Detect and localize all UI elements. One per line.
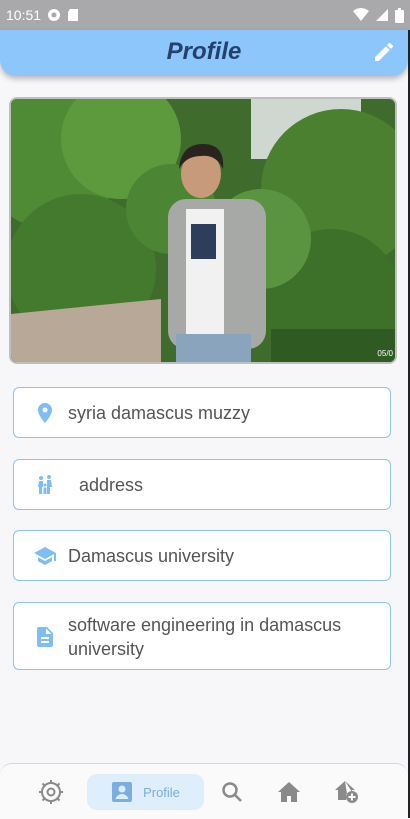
cell-signal-icon	[376, 9, 388, 21]
nav-add-home[interactable]	[332, 774, 362, 810]
document-icon	[37, 627, 53, 647]
description-card[interactable]: software engineering in damascus univers…	[13, 602, 391, 670]
education-text: Damascus university	[68, 546, 235, 566]
photo-date-stamp: 05/0	[377, 349, 393, 358]
nav-settings[interactable]	[35, 774, 67, 810]
nav-profile-label: Profile	[143, 784, 180, 800]
sd-card-icon	[68, 9, 79, 21]
nav-search[interactable]	[218, 774, 246, 810]
bottom-nav: Profile	[0, 763, 408, 819]
page-title: Profile	[166, 38, 242, 65]
search-icon	[222, 782, 242, 802]
description-text: software engineering in damascus univers…	[68, 615, 342, 659]
location-card[interactable]: syria damascus muzzy	[13, 387, 391, 438]
settings-gear-icon	[39, 780, 63, 804]
status-time: 10:51	[6, 7, 42, 23]
location-pin-icon	[38, 403, 52, 423]
nav-home[interactable]	[275, 774, 303, 810]
address-card[interactable]: address	[13, 459, 391, 510]
notification-app-icon	[48, 9, 61, 21]
profile-photo: 05/0	[9, 97, 397, 364]
edit-icon[interactable]	[372, 40, 396, 64]
home-icon	[278, 782, 300, 802]
profile-icon	[112, 782, 133, 802]
family-icon	[38, 475, 52, 494]
wifi-icon	[353, 8, 369, 21]
address-text: address	[79, 475, 144, 495]
location-text: syria damascus muzzy	[68, 403, 251, 423]
education-card[interactable]: Damascus university	[13, 530, 391, 581]
graduation-cap-icon	[34, 547, 56, 565]
profile-photo-image	[11, 99, 395, 362]
app-bar: Profile	[0, 30, 408, 76]
add-home-icon	[335, 781, 358, 803]
battery-icon	[395, 7, 404, 23]
status-bar: 10:51	[0, 0, 410, 30]
nav-profile[interactable]: Profile	[87, 774, 204, 810]
